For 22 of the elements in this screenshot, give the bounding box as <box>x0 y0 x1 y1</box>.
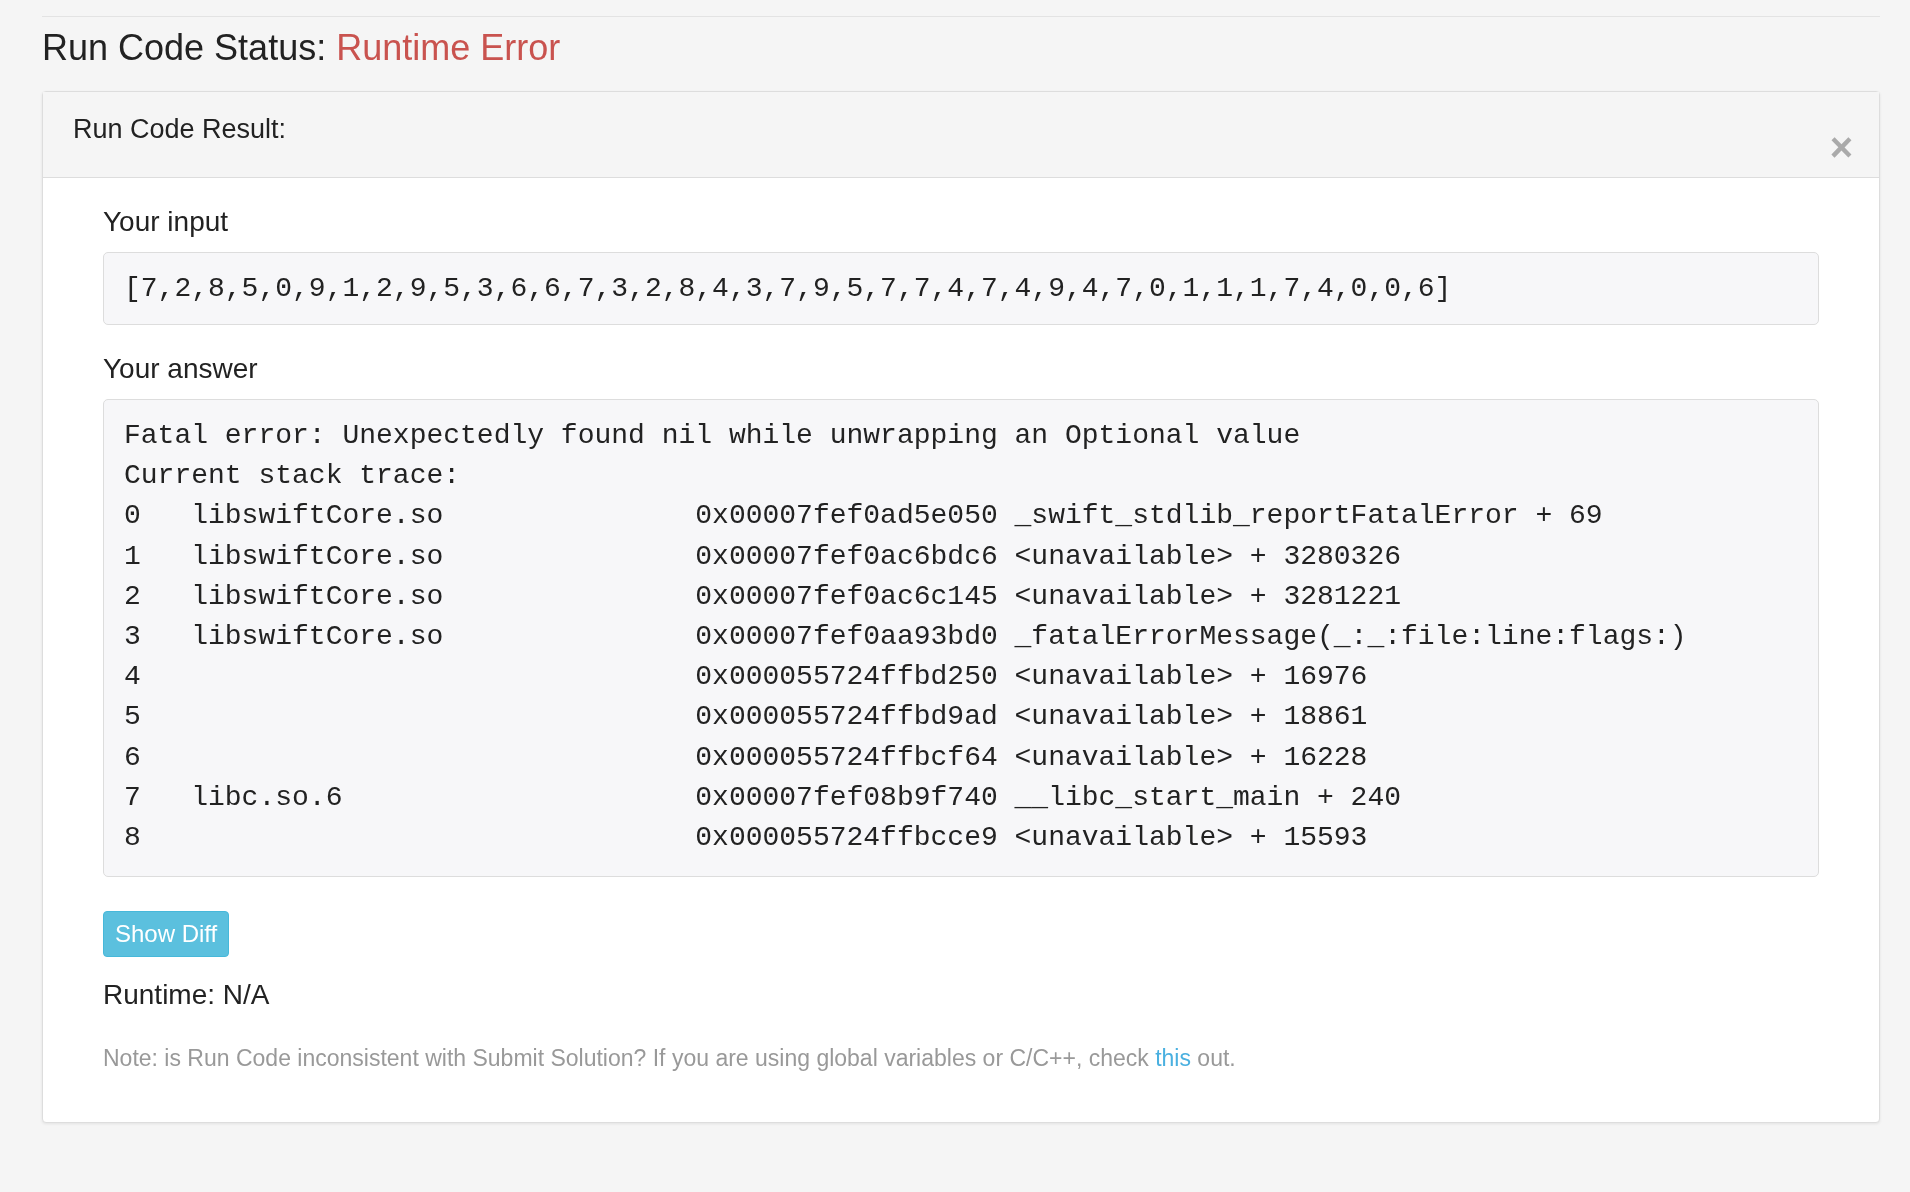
note-text: Note: is Run Code inconsistent with Submit Solution? If you are using global variables or C/C++, check this out. <box>103 1045 1237 1073</box>
status-label: Run Code Status: <box>42 27 327 69</box>
panel-title: Run Code Result: <box>73 114 287 146</box>
answer-label: Your answer <box>103 353 258 385</box>
input-value: [7,2,8,5,0,9,1,2,9,5,3,6,6,7,3,2,8,4,3,7,9,5,7,7,4,7,4,9,4,7,0,1,1,1,7,4,0,0,6] <box>103 252 1819 325</box>
output-line: 0 libswiftCore.so 0x00007fef0ad5e050 _swift_stdlib_reportFatalError + 69 <box>124 499 1604 534</box>
close-button[interactable]: × <box>1829 127 1853 167</box>
output-line: 3 libswiftCore.so 0x00007fef0aa93bd0 _fatalErrorMessage(_:_:file:line:flags:) <box>124 620 1688 654</box>
output-line: Current stack trace: <box>124 459 462 494</box>
input-label: Your input <box>103 206 229 238</box>
output-line: 2 libswiftCore.so 0x00007fef0ac6c145 <unavailable> + 3281221 <box>124 579 1402 614</box>
output-line: 4 0x000055724ffbd250 <unavailable> + 16976 <box>124 660 1369 695</box>
output-line: 6 0x000055724ffbcf64 <unavailable> + 16228 <box>124 740 1369 775</box>
show-diff-button[interactable]: Show Diff <box>103 911 230 958</box>
status-value: Runtime Error <box>336 27 561 69</box>
this-link[interactable]: this <box>1155 1045 1191 1072</box>
output-line: 1 libswiftCore.so 0x00007fef0ac6bdc6 <unavailable> + 3280326 <box>124 539 1402 574</box>
output-line: 8 0x000055724ffbcce9 <unavailable> + 15593 <box>124 821 1369 856</box>
output-line: 5 0x000055724ffbd9ad <unavailable> + 18861 <box>124 700 1369 735</box>
runtime-text: Runtime: N/A <box>103 979 271 1012</box>
output-line: Fatal error: Unexpectedly found nil while unwrapping an Optional value <box>124 419 1302 453</box>
output-line: 7 libc.so.6 0x00007fef08b9f740 __libc_start_main + 240 <box>124 780 1402 815</box>
